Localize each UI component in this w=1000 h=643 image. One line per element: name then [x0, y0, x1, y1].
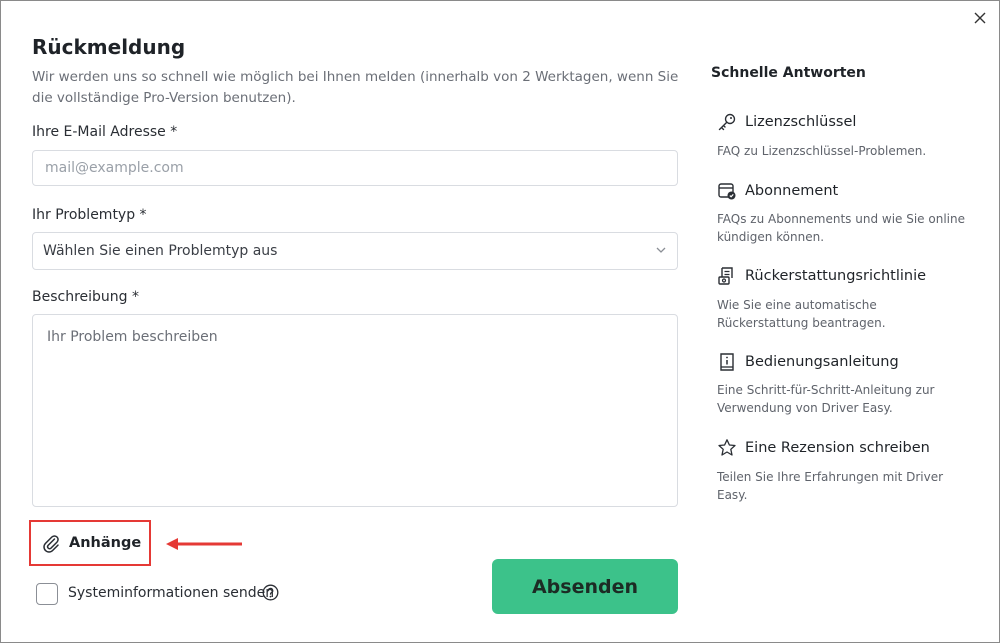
quick-answer-title: Lizenzschlüssel [745, 114, 857, 130]
quick-answer-description: Teilen Sie Ihre Erfahrungen mit Driver E… [717, 470, 944, 502]
quick-answer-title: Eine Rezension schreiben [745, 440, 930, 456]
feedback-dialog: Rückmeldung Wir werden uns so schnell wi… [0, 0, 1000, 643]
dialog-title: Rückmeldung [32, 35, 186, 59]
quick-answer-user-manual[interactable]: Bedienungsanleitung [717, 352, 899, 372]
quick-answer-license-key[interactable]: Lizenzschlüssel [717, 112, 856, 132]
paperclip-icon [43, 535, 59, 553]
help-circle-icon[interactable] [262, 584, 279, 601]
dialog-subtitle: Wir werden uns so schnell wie möglich be… [32, 69, 679, 106]
star-icon [717, 438, 737, 458]
quick-answer-title: Rückerstattungsrichtlinie [745, 268, 927, 284]
subscription-icon [717, 181, 737, 201]
description-field[interactable] [32, 314, 678, 507]
problem-type-label: Ihr Problemtyp * [32, 207, 147, 223]
quick-answers-title: Schnelle Antworten [711, 65, 866, 81]
email-label: Ihre E-Mail Adresse * [32, 124, 178, 140]
key-icon [717, 112, 737, 132]
problem-type-select[interactable]: Wählen Sie einen Problemtyp aus [32, 232, 678, 270]
email-field[interactable] [32, 150, 678, 186]
refund-icon [717, 266, 737, 286]
quick-answer-refund-policy[interactable]: Rückerstattungsrichtlinie [717, 266, 926, 286]
chevron-down-icon [656, 247, 666, 253]
quick-answer-subscription[interactable]: Abonnement [717, 181, 838, 201]
arrow-left-icon [166, 538, 242, 550]
system-info-label: Systeminformationen senden [68, 585, 275, 601]
quick-answer-title: Abonnement [745, 183, 839, 199]
attachments-button[interactable]: Anhänge [29, 520, 151, 566]
close-icon [974, 12, 986, 24]
quick-answer-write-review[interactable]: Eine Rezension schreiben [717, 438, 930, 458]
submit-button[interactable]: Absenden [492, 559, 678, 614]
problem-type-value: Wählen Sie einen Problemtyp aus [43, 243, 278, 259]
quick-answer-description: FAQs zu Abonnements und wie Sie online k… [717, 212, 965, 244]
quick-answer-description: Wie Sie eine automatische Rückerstattung… [717, 298, 886, 330]
attachments-label: Anhänge [69, 535, 142, 551]
manual-icon [717, 352, 737, 372]
quick-answer-description: FAQ zu Lizenzschlüssel-Problemen. [717, 144, 927, 158]
description-label: Beschreibung * [32, 289, 140, 305]
close-button[interactable] [969, 7, 991, 29]
system-info-checkbox[interactable] [36, 583, 58, 605]
quick-answer-description: Eine Schritt-für-Schritt-Anleitung zur V… [717, 383, 935, 415]
quick-answer-title: Bedienungsanleitung [745, 354, 899, 370]
